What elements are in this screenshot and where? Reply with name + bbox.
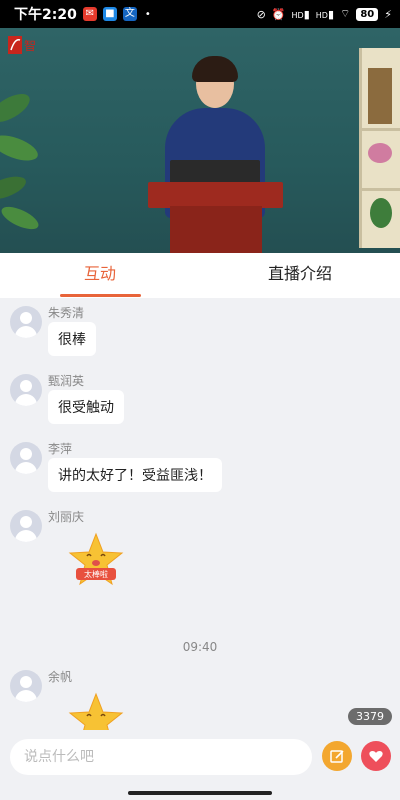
mute-icon: ⊘ (256, 7, 266, 21)
edit-icon (330, 750, 344, 763)
charging-icon: ⚡ (384, 7, 392, 21)
podium (170, 206, 262, 253)
wifi-icon: ⌔ (340, 7, 351, 20)
heart-icon (369, 751, 383, 762)
avatar[interactable] (10, 374, 42, 406)
presenter-hair (192, 56, 238, 82)
tab-bar: 互动 直播介绍 (0, 253, 400, 298)
avatar[interactable] (10, 510, 42, 542)
notification-app-icon: ■ (102, 7, 117, 21)
status-bar: 下午2:20 ✉ ■ 文 • ⊘ ⏰ HD▮ HD▮ ⌔ 80 ⚡ (0, 0, 400, 28)
star-sticker: 太棒啦 (68, 532, 124, 586)
plant-decoration (0, 94, 39, 230)
viewer-count-badge: 3379 (348, 708, 392, 725)
input-bar (0, 730, 400, 790)
podium-top (148, 182, 283, 208)
notification-app-icon: 文 (122, 7, 137, 21)
battery-indicator: 80 (356, 7, 379, 21)
avatar[interactable] (10, 670, 42, 702)
tab-label: 互动 (83, 264, 116, 283)
svg-text:智: 智 (24, 38, 36, 53)
signal-icon: HD▮ (291, 7, 310, 21)
like-button[interactable] (361, 741, 391, 771)
sender-name: 余帆 (48, 670, 73, 684)
active-tab-indicator (60, 294, 141, 297)
tab-live-intro[interactable]: 直播介绍 (200, 253, 400, 298)
comment-input[interactable] (10, 739, 312, 775)
tab-label: 直播介绍 (267, 264, 332, 283)
tab-interaction[interactable]: 互动 (0, 253, 200, 298)
svg-text:太棒啦: 太棒啦 (84, 569, 108, 579)
sender-name: 李萍 (48, 442, 73, 456)
sender-name: 刘丽庆 (48, 510, 85, 524)
time-separator: 09:40 (182, 640, 218, 654)
message-bubble: 讲的太好了！受益匪浅！ (48, 458, 222, 492)
more-notifications-icon: • (144, 8, 151, 20)
live-video-player[interactable]: 智 (0, 28, 400, 253)
notification-app-icon: ✉ (82, 7, 97, 21)
signal-icon: HD▮ (315, 7, 334, 21)
chat-list[interactable]: 朱秀清 很棒 甄润英 很受触动 李萍 讲的太好了！受益匪浅！ 刘丽庆 太棒啦 0… (0, 298, 400, 730)
sender-name: 朱秀清 (48, 306, 85, 320)
message-bubble: 很受触动 (48, 390, 124, 424)
channel-logo: 智 (8, 36, 36, 54)
status-icons: ⊘ ⏰ HD▮ HD▮ ⌔ 80 ⚡ (257, 7, 392, 21)
star-sticker (68, 692, 124, 730)
message-bubble: 很棒 (48, 322, 96, 356)
alarm-icon: ⏰ (271, 7, 286, 21)
avatar[interactable] (10, 306, 42, 338)
sender-name: 甄润英 (48, 374, 85, 388)
avatar[interactable] (10, 442, 42, 474)
edit-button[interactable] (322, 741, 352, 771)
bookshelf-decoration (359, 48, 400, 248)
status-time: 下午2:20 (14, 7, 77, 23)
home-indicator[interactable] (128, 791, 272, 795)
